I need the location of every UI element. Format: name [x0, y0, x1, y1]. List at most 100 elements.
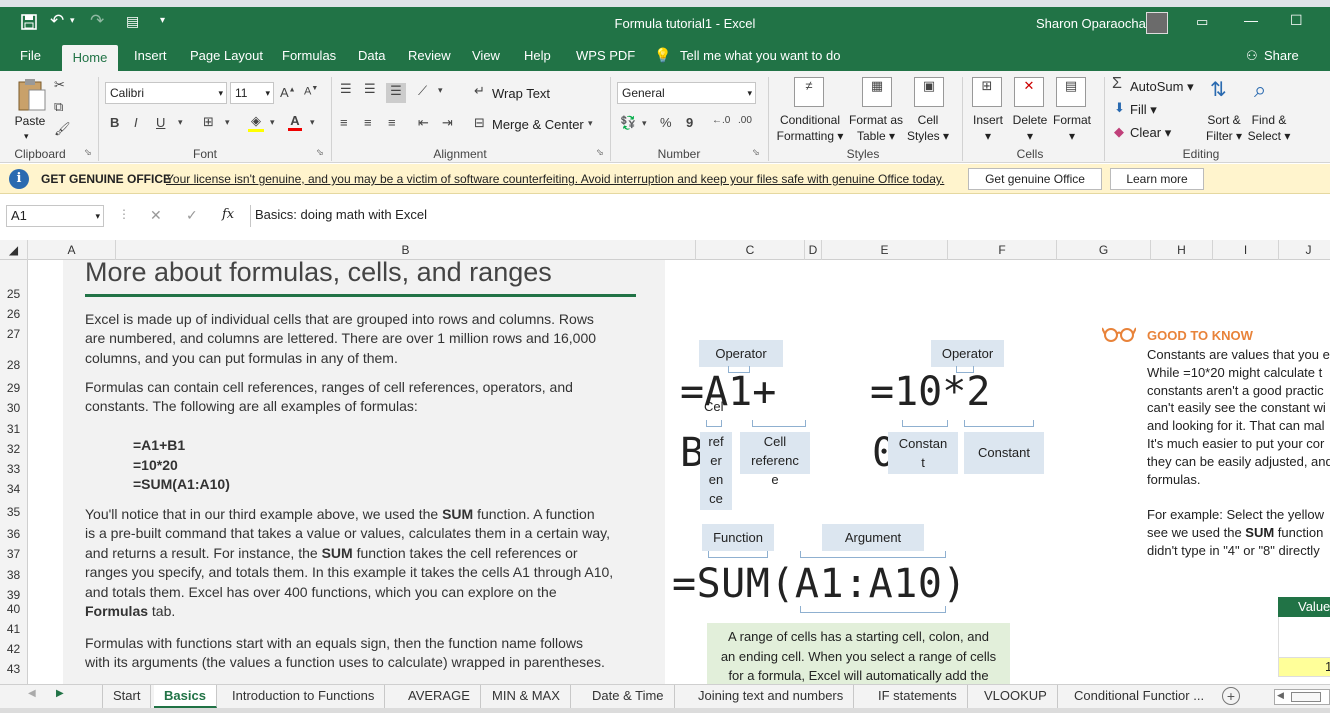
- clear-button[interactable]: Clear ▾: [1130, 125, 1171, 141]
- row-header[interactable]: 32: [0, 442, 27, 456]
- format-cells-icon[interactable]: ▤: [1056, 77, 1086, 107]
- row-header[interactable]: 25: [0, 287, 27, 301]
- form-icon[interactable]: ▤: [126, 13, 139, 30]
- conditional-formatting-button[interactable]: Conditional Formatting ▾: [774, 112, 846, 144]
- learn-more-button[interactable]: Learn more: [1110, 168, 1204, 190]
- save-icon[interactable]: [20, 13, 38, 36]
- sheet-tab-basics[interactable]: Basics: [154, 685, 217, 708]
- row-header[interactable]: 38: [0, 568, 27, 582]
- decrease-decimal-icon[interactable]: .00: [738, 115, 752, 126]
- tab-home[interactable]: Home: [62, 45, 118, 71]
- font-size-select[interactable]: 11 ▾: [230, 82, 274, 104]
- align-top-icon[interactable]: ☰: [340, 81, 352, 97]
- tab-data[interactable]: Data: [350, 41, 393, 71]
- delete-cells-icon[interactable]: ✕: [1014, 77, 1044, 107]
- tab-help[interactable]: Help: [516, 41, 559, 71]
- tab-review[interactable]: Review: [400, 41, 459, 71]
- column-header-c[interactable]: C: [696, 240, 805, 260]
- format-painter-icon[interactable]: 🖌: [54, 121, 71, 137]
- insert-cells-icon[interactable]: ⊞: [972, 77, 1002, 107]
- borders-dropdown-icon[interactable]: ▾: [225, 117, 230, 128]
- minimize-icon[interactable]: —: [1244, 12, 1258, 28]
- row-header[interactable]: 35: [0, 505, 27, 519]
- underline-dropdown-icon[interactable]: ▾: [178, 117, 183, 128]
- alignment-launcher-icon[interactable]: ⬂: [596, 147, 604, 158]
- font-color-dropdown-icon[interactable]: ▾: [310, 117, 315, 128]
- user-name[interactable]: Sharon Oparaocha: [1036, 16, 1146, 31]
- decrease-indent-icon[interactable]: ⇤: [418, 115, 429, 131]
- value-header-cell[interactable]: Value: [1278, 597, 1330, 617]
- find-select-icon[interactable]: ⌕: [1254, 77, 1266, 103]
- tab-view[interactable]: View: [464, 41, 508, 71]
- row-header[interactable]: 36: [0, 527, 27, 541]
- cancel-icon[interactable]: ✕: [150, 207, 162, 224]
- cell-styles-button[interactable]: Cell Styles ▾: [904, 112, 952, 144]
- row-header[interactable]: 37: [0, 547, 27, 561]
- row-header[interactable]: 31: [0, 422, 27, 436]
- row-header[interactable]: 26: [0, 307, 27, 321]
- scroll-tabs-right-icon[interactable]: ▶: [56, 688, 64, 699]
- paste-button[interactable]: Paste: [12, 113, 48, 129]
- number-launcher-icon[interactable]: ⬂: [752, 147, 760, 158]
- align-right-icon[interactable]: ≡: [388, 115, 396, 130]
- column-header-j[interactable]: J: [1279, 240, 1330, 260]
- decrease-font-icon[interactable]: A▼: [304, 85, 318, 98]
- sheet-tab-if[interactable]: IF statements: [868, 685, 968, 708]
- maximize-icon[interactable]: ☐: [1290, 12, 1303, 29]
- merge-dropdown-icon[interactable]: ▾: [588, 118, 593, 129]
- autosum-icon[interactable]: Σ: [1112, 75, 1122, 93]
- tell-me-search[interactable]: Tell me what you want to do: [672, 41, 848, 71]
- find-select-button[interactable]: Find & Select ▾: [1246, 112, 1292, 144]
- borders-icon[interactable]: ⊞: [203, 114, 214, 130]
- formula-input[interactable]: Basics: doing math with Excel: [250, 205, 1330, 227]
- ribbon-display-icon[interactable]: ▭: [1196, 14, 1208, 30]
- merge-center-icon[interactable]: ⊟: [474, 115, 485, 131]
- fill-button[interactable]: Fill ▾: [1130, 102, 1157, 118]
- tab-insert[interactable]: Insert: [126, 41, 175, 71]
- comma-style-icon[interactable]: 9: [686, 115, 693, 130]
- fill-color-dropdown-icon[interactable]: ▾: [270, 117, 275, 128]
- increase-decimal-icon[interactable]: ←.0: [712, 115, 730, 126]
- accounting-dropdown-icon[interactable]: ▾: [642, 118, 647, 129]
- orientation-dropdown-icon[interactable]: ▾: [438, 85, 443, 96]
- undo-icon[interactable]: ↶: [50, 11, 64, 31]
- value-table-cell[interactable]: [1278, 617, 1330, 657]
- row-header[interactable]: 30: [0, 401, 27, 415]
- row-header[interactable]: 33: [0, 462, 27, 476]
- tab-wps-pdf[interactable]: WPS PDF: [568, 41, 643, 71]
- format-cells-button[interactable]: Format ▾: [1050, 112, 1094, 144]
- underline-icon[interactable]: U: [156, 115, 165, 130]
- share-button[interactable]: Share: [1256, 41, 1307, 71]
- align-center-icon[interactable]: ≡: [364, 115, 372, 130]
- number-format-select[interactable]: General ▾: [617, 82, 756, 104]
- sort-filter-icon[interactable]: ⇅: [1210, 77, 1227, 102]
- column-header-g[interactable]: G: [1057, 240, 1151, 260]
- cut-icon[interactable]: ✂: [54, 77, 65, 93]
- tab-file[interactable]: File: [12, 41, 49, 71]
- copy-icon[interactable]: ⧉: [54, 99, 63, 115]
- percent-icon[interactable]: %: [660, 115, 672, 130]
- tab-page-layout[interactable]: Page Layout: [182, 41, 271, 71]
- insert-function-icon[interactable]: fx: [222, 207, 234, 222]
- value-cell-yellow[interactable]: 1: [1278, 657, 1330, 677]
- font-launcher-icon[interactable]: ⬂: [316, 147, 324, 158]
- fill-color-icon[interactable]: ◈: [248, 113, 264, 132]
- sheet-tab-date-time[interactable]: Date & Time: [582, 685, 675, 708]
- redo-icon[interactable]: ↷: [90, 11, 104, 31]
- sheet-tab-start[interactable]: Start: [102, 685, 152, 708]
- row-header[interactable]: 27: [0, 327, 27, 341]
- row-header[interactable]: 42: [0, 642, 27, 656]
- format-as-table-button[interactable]: Format as Table ▾: [846, 112, 906, 144]
- sort-filter-button[interactable]: Sort & Filter ▾: [1202, 112, 1246, 144]
- align-bottom-icon[interactable]: ☰: [386, 83, 406, 103]
- tab-formulas[interactable]: Formulas: [274, 41, 344, 71]
- clear-icon[interactable]: ◆: [1114, 124, 1124, 140]
- fill-icon[interactable]: ⬇: [1114, 100, 1125, 116]
- conditional-formatting-icon[interactable]: ≠: [794, 77, 824, 107]
- sheet-tab-introduction[interactable]: Introduction to Functions: [222, 685, 386, 708]
- scroll-tabs-left-icon[interactable]: ◀: [28, 688, 36, 699]
- increase-font-icon[interactable]: A▲: [280, 85, 296, 100]
- italic-icon[interactable]: I: [134, 115, 138, 130]
- avatar[interactable]: [1146, 12, 1168, 34]
- row-header[interactable]: 29: [0, 381, 27, 395]
